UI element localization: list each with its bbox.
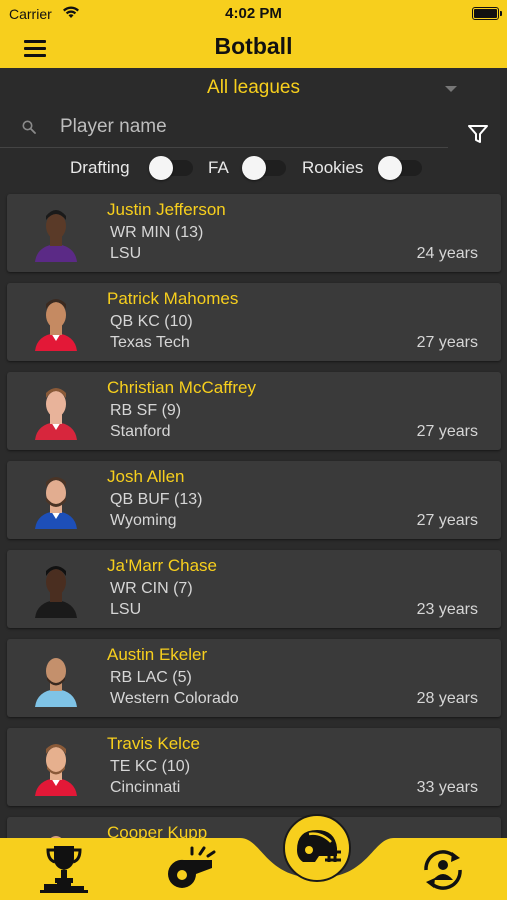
trophy-icon[interactable] bbox=[38, 844, 90, 894]
player-card[interactable]: Travis Kelce TE KC (10) Cincinnati 33 ye… bbox=[7, 728, 501, 806]
player-card[interactable]: Christian McCaffrey RB SF (9) Stanford 2… bbox=[7, 372, 501, 450]
player-college: Wyoming bbox=[110, 512, 177, 529]
player-avatar bbox=[35, 477, 77, 529]
player-card[interactable]: Austin Ekeler RB LAC (5) Western Colorad… bbox=[7, 639, 501, 717]
drafting-toggle[interactable] bbox=[149, 156, 193, 180]
player-name-input[interactable] bbox=[60, 113, 430, 141]
app-header: Carrier 4:02 PM Botball bbox=[0, 0, 507, 68]
player-name: Travis Kelce bbox=[107, 734, 200, 753]
player-college: Texas Tech bbox=[110, 334, 190, 351]
toggle-label-rookies: Rookies bbox=[302, 158, 364, 177]
player-college: LSU bbox=[110, 601, 142, 618]
player-age: 33 years bbox=[416, 779, 478, 796]
football-helmet-icon bbox=[297, 830, 341, 862]
clock: 4:02 PM bbox=[225, 5, 282, 22]
player-avatar bbox=[35, 210, 77, 262]
player-card[interactable]: Patrick Mahomes QB KC (10) Texas Tech 27… bbox=[7, 283, 501, 361]
helmet-button[interactable] bbox=[283, 814, 351, 882]
player-age: 27 years bbox=[416, 334, 478, 351]
chevron-down-icon[interactable] bbox=[445, 86, 457, 92]
filter-icon[interactable] bbox=[467, 124, 489, 144]
toggle-label-drafting: Drafting bbox=[70, 158, 130, 177]
player-position: RB LAC (5) bbox=[110, 669, 192, 686]
player-name: Josh Allen bbox=[107, 467, 185, 486]
rookies-toggle[interactable] bbox=[378, 156, 422, 180]
player-avatar bbox=[35, 658, 77, 707]
player-position: WR MIN (13) bbox=[110, 224, 204, 241]
player-avatar bbox=[35, 744, 77, 796]
player-card[interactable]: Justin Jefferson WR MIN (13) LSU 24 year… bbox=[7, 194, 501, 272]
fa-toggle[interactable] bbox=[242, 156, 286, 180]
player-position: TE KC (10) bbox=[110, 758, 191, 775]
whistle-icon[interactable] bbox=[164, 846, 218, 892]
player-age: 23 years bbox=[416, 601, 478, 618]
player-avatar bbox=[35, 566, 77, 618]
player-position: RB SF (9) bbox=[110, 402, 182, 419]
player-name: Patrick Mahomes bbox=[107, 289, 239, 308]
player-position: QB BUF (13) bbox=[110, 491, 203, 508]
player-age: 27 years bbox=[416, 512, 478, 529]
battery-icon bbox=[472, 7, 502, 20]
player-age: 28 years bbox=[416, 690, 478, 707]
toggle-label-fa: FA bbox=[208, 158, 229, 177]
player-name: Ja'Marr Chase bbox=[107, 556, 218, 575]
status-bar: Carrier 4:02 PM bbox=[0, 0, 507, 28]
search-icon bbox=[22, 120, 36, 134]
player-age: 27 years bbox=[416, 423, 478, 440]
player-name: Austin Ekeler bbox=[107, 645, 208, 664]
player-avatar bbox=[35, 388, 77, 440]
player-card[interactable]: Ja'Marr Chase WR CIN (7) LSU 23 years bbox=[7, 550, 501, 628]
league-select[interactable]: All leagues bbox=[0, 77, 507, 99]
player-swap-icon[interactable] bbox=[418, 846, 468, 894]
player-card[interactable]: Josh Allen QB BUF (13) Wyoming 27 years bbox=[7, 461, 501, 539]
player-avatar bbox=[35, 299, 77, 351]
filter-toggles: Drafting FA Rookies bbox=[0, 155, 507, 181]
player-college: Western Colorado bbox=[110, 690, 239, 707]
player-age: 24 years bbox=[416, 245, 478, 262]
player-college: Cincinnati bbox=[110, 779, 181, 796]
player-name: Justin Jefferson bbox=[107, 200, 226, 219]
player-position: QB KC (10) bbox=[110, 313, 193, 330]
page-title: Botball bbox=[214, 33, 293, 59]
player-position: WR CIN (7) bbox=[110, 580, 193, 597]
search-bar bbox=[0, 108, 448, 148]
player-college: LSU bbox=[110, 245, 142, 262]
bottom-nav bbox=[0, 838, 507, 900]
player-college: Stanford bbox=[110, 423, 171, 440]
player-name: Christian McCaffrey bbox=[107, 378, 256, 397]
